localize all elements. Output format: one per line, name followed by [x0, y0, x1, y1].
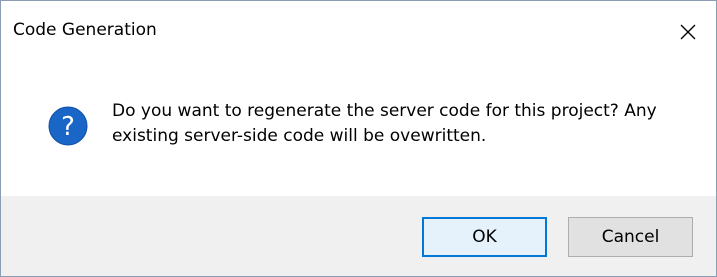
- close-button[interactable]: [665, 11, 711, 53]
- dialog-body: ? Do you want to regenerate the server c…: [1, 63, 716, 196]
- button-bar: OK Cancel: [1, 196, 716, 276]
- svg-text:?: ?: [61, 112, 75, 142]
- message-dialog: Code Generation ? Do you want to regener…: [0, 0, 717, 277]
- dialog-title: Code Generation: [13, 20, 157, 40]
- ok-button[interactable]: OK: [422, 217, 547, 257]
- question-icon: ?: [48, 106, 88, 146]
- title-bar: Code Generation: [1, 1, 716, 63]
- cancel-button[interactable]: Cancel: [568, 217, 693, 257]
- dialog-message: Do you want to regenerate the server cod…: [112, 101, 657, 146]
- close-icon: [680, 24, 696, 40]
